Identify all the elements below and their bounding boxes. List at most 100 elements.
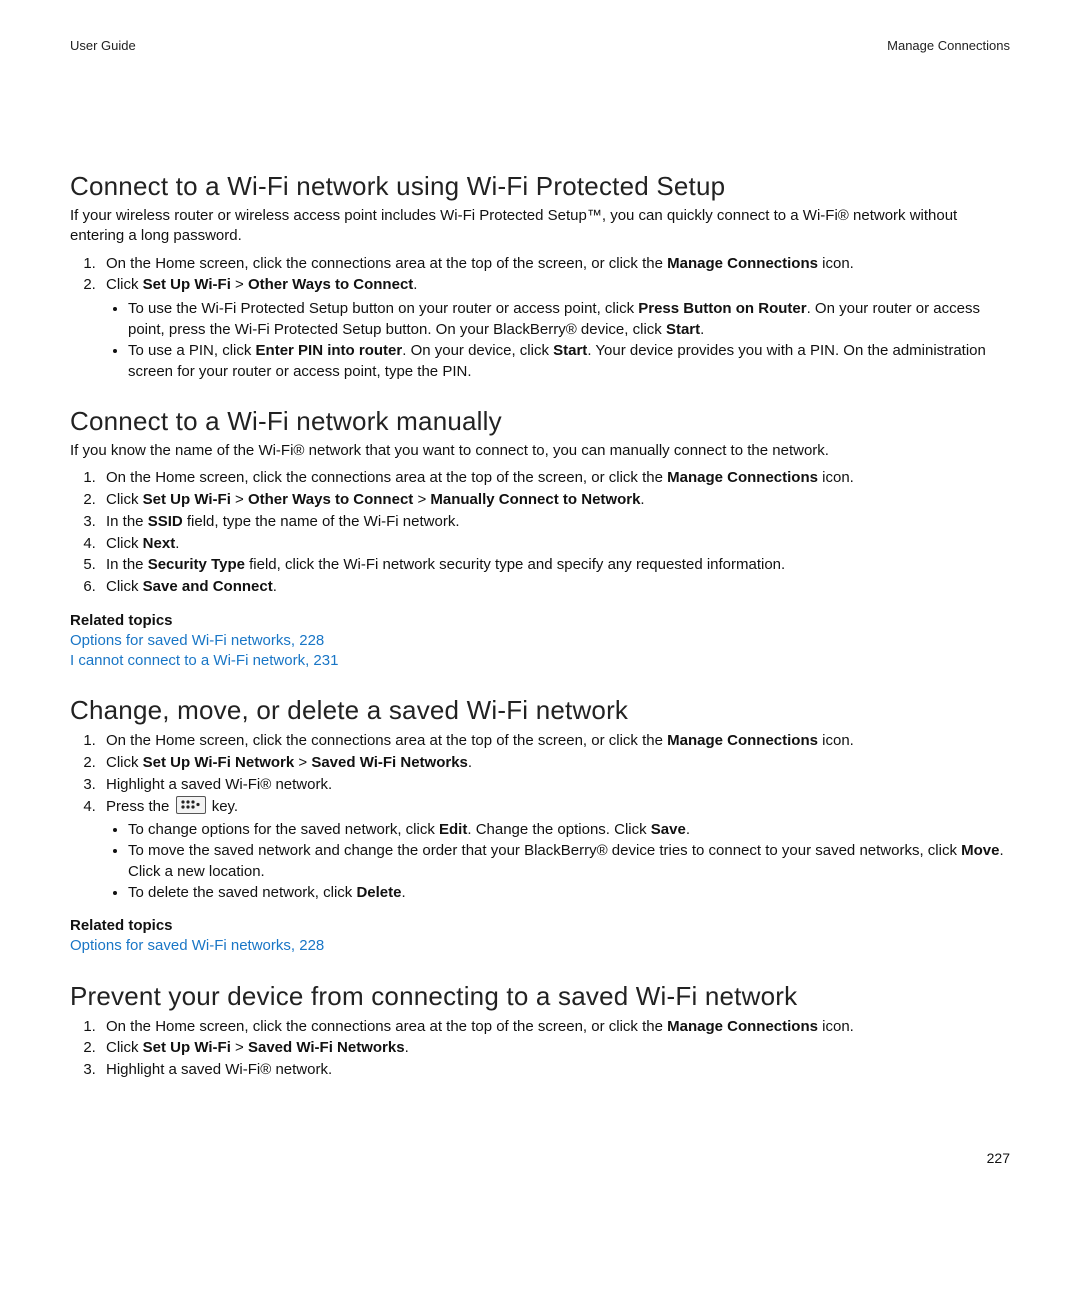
text-bold: Next [143,535,176,552]
text: . On your device, click [402,342,553,359]
text: . [273,578,277,595]
text-bold: Delete [356,884,401,901]
text: field, type the name of the Wi-Fi networ… [183,513,460,530]
text-bold: Manage Connections [667,1018,818,1035]
text: icon. [818,732,854,749]
step: Click Set Up Wi-Fi > Other Ways to Conne… [100,274,1010,382]
text: On the Home screen, click the connection… [106,469,667,486]
link-options-saved-wifi[interactable]: Options for saved Wi-Fi networks, 228 [70,632,324,649]
step: In the SSID field, type the name of the … [100,511,1010,533]
step: Highlight a saved Wi-Fi® network. [100,1059,1010,1081]
text: > [231,1039,248,1056]
substep: To delete the saved network, click Delet… [128,882,1010,903]
step: Click Set Up Wi-Fi Network > Saved Wi-Fi… [100,752,1010,774]
step: Click Set Up Wi-Fi > Saved Wi-Fi Network… [100,1037,1010,1059]
steps-manual: On the Home screen, click the connection… [70,467,1010,598]
text: To change options for the saved network,… [128,821,439,838]
text-bold: Press Button on Router [638,300,806,317]
substeps: To change options for the saved network,… [106,819,1010,903]
text-bold: Save [651,821,686,838]
step: In the Security Type field, click the Wi… [100,554,1010,576]
step: Click Set Up Wi-Fi > Other Ways to Conne… [100,489,1010,511]
step: On the Home screen, click the connection… [100,1016,1010,1038]
substeps: To use the Wi-Fi Protected Setup button … [106,298,1010,382]
steps-change-saved: On the Home screen, click the connection… [70,730,1010,903]
link-cannot-connect-wifi[interactable]: I cannot connect to a Wi-Fi network, 231 [70,652,338,669]
step: Press the key. To change options for the… [100,796,1010,904]
text: > [294,754,311,771]
text: icon. [818,1018,854,1035]
step: Click Next. [100,533,1010,555]
text: Click [106,491,143,508]
text: On the Home screen, click the connection… [106,255,667,272]
text-bold: Set Up Wi-Fi Network [143,754,295,771]
text: > [231,491,248,508]
substep: To use a PIN, click Enter PIN into route… [128,340,1010,382]
page: User Guide Manage Connections Connect to… [0,0,1080,1296]
intro-wps: If your wireless router or wireless acce… [70,206,1010,247]
text: To delete the saved network, click [128,884,356,901]
substep: To change options for the saved network,… [128,819,1010,840]
steps-prevent-connect: On the Home screen, click the connection… [70,1016,1010,1081]
text-bold: Saved Wi-Fi Networks [311,754,468,771]
text: > [413,491,430,508]
text: . [468,754,472,771]
text: To move the saved network and change the… [128,842,961,859]
heading-manual: Connect to a Wi-Fi network manually [70,406,1010,437]
text: Click [106,276,143,293]
text: . [405,1039,409,1056]
text: . [700,321,704,338]
text: In the [106,556,148,573]
text-bold: Edit [439,821,467,838]
text: key. [208,798,239,815]
step: On the Home screen, click the connection… [100,730,1010,752]
related-topics-heading: Related topics [70,612,1010,629]
text-bold: Start [666,321,700,338]
menu-key-icon [176,796,206,814]
step: Click Save and Connect. [100,576,1010,598]
text: . [401,884,405,901]
step: Highlight a saved Wi-Fi® network. [100,774,1010,796]
text: > [231,276,248,293]
text: icon. [818,255,854,272]
text: On the Home screen, click the connection… [106,732,667,749]
text: . [175,535,179,552]
text: In the [106,513,148,530]
text-bold: Enter PIN into router [256,342,403,359]
text-bold: Start [553,342,587,359]
text-bold: Saved Wi-Fi Networks [248,1039,405,1056]
text: Click [106,754,143,771]
text: . [413,276,417,293]
text-bold: Manage Connections [667,469,818,486]
text: . [640,491,644,508]
header-right: Manage Connections [887,38,1010,53]
text: To use a PIN, click [128,342,256,359]
text: Click [106,578,143,595]
text: . Change the options. Click [467,821,650,838]
heading-change-saved: Change, move, or delete a saved Wi-Fi ne… [70,695,1010,726]
text: On the Home screen, click the connection… [106,1018,667,1035]
text-bold: Manually Connect to Network [430,491,640,508]
text-bold: Other Ways to Connect [248,276,413,293]
text-bold: SSID [148,513,183,530]
heading-prevent-connect: Prevent your device from connecting to a… [70,981,1010,1012]
substep: To move the saved network and change the… [128,840,1010,882]
steps-wps: On the Home screen, click the connection… [70,253,1010,383]
text: . [686,821,690,838]
link-options-saved-wifi[interactable]: Options for saved Wi-Fi networks, 228 [70,937,324,954]
text: Press the [106,798,174,815]
text-bold: Move [961,842,999,859]
text-bold: Set Up Wi-Fi [143,276,231,293]
text-bold: Set Up Wi-Fi [143,491,231,508]
text-bold: Manage Connections [667,255,818,272]
text-bold: Manage Connections [667,732,818,749]
text: To use the Wi-Fi Protected Setup button … [128,300,638,317]
page-header: User Guide Manage Connections [70,38,1010,53]
step: On the Home screen, click the connection… [100,467,1010,489]
related-topics-heading: Related topics [70,917,1010,934]
text: icon. [818,469,854,486]
intro-manual: If you know the name of the Wi-Fi® netwo… [70,441,1010,461]
text: Click [106,1039,143,1056]
text-bold: Save and Connect [143,578,273,595]
substep: To use the Wi-Fi Protected Setup button … [128,298,1010,340]
